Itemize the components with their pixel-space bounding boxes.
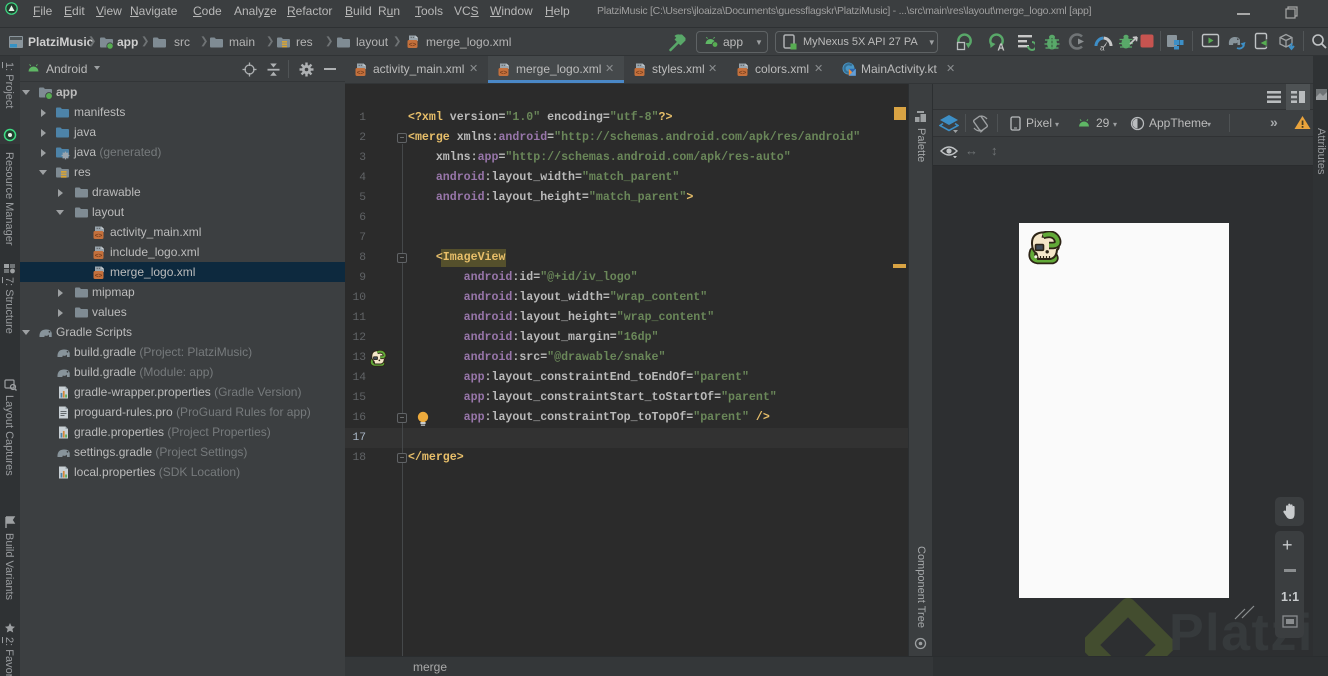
svg-text:<>: <> <box>357 69 365 76</box>
svg-text:<>: <> <box>95 252 103 259</box>
svg-text:a: a <box>1100 44 1105 52</box>
svg-text:<>: <> <box>739 69 747 76</box>
svg-text:<>: <> <box>95 272 103 279</box>
svg-text:<>: <> <box>500 69 508 76</box>
svg-text:A: A <box>997 43 1004 52</box>
svg-text:<>: <> <box>95 232 103 239</box>
svg-text:<>: <> <box>636 69 644 76</box>
svg-text:<>: <> <box>409 41 417 48</box>
